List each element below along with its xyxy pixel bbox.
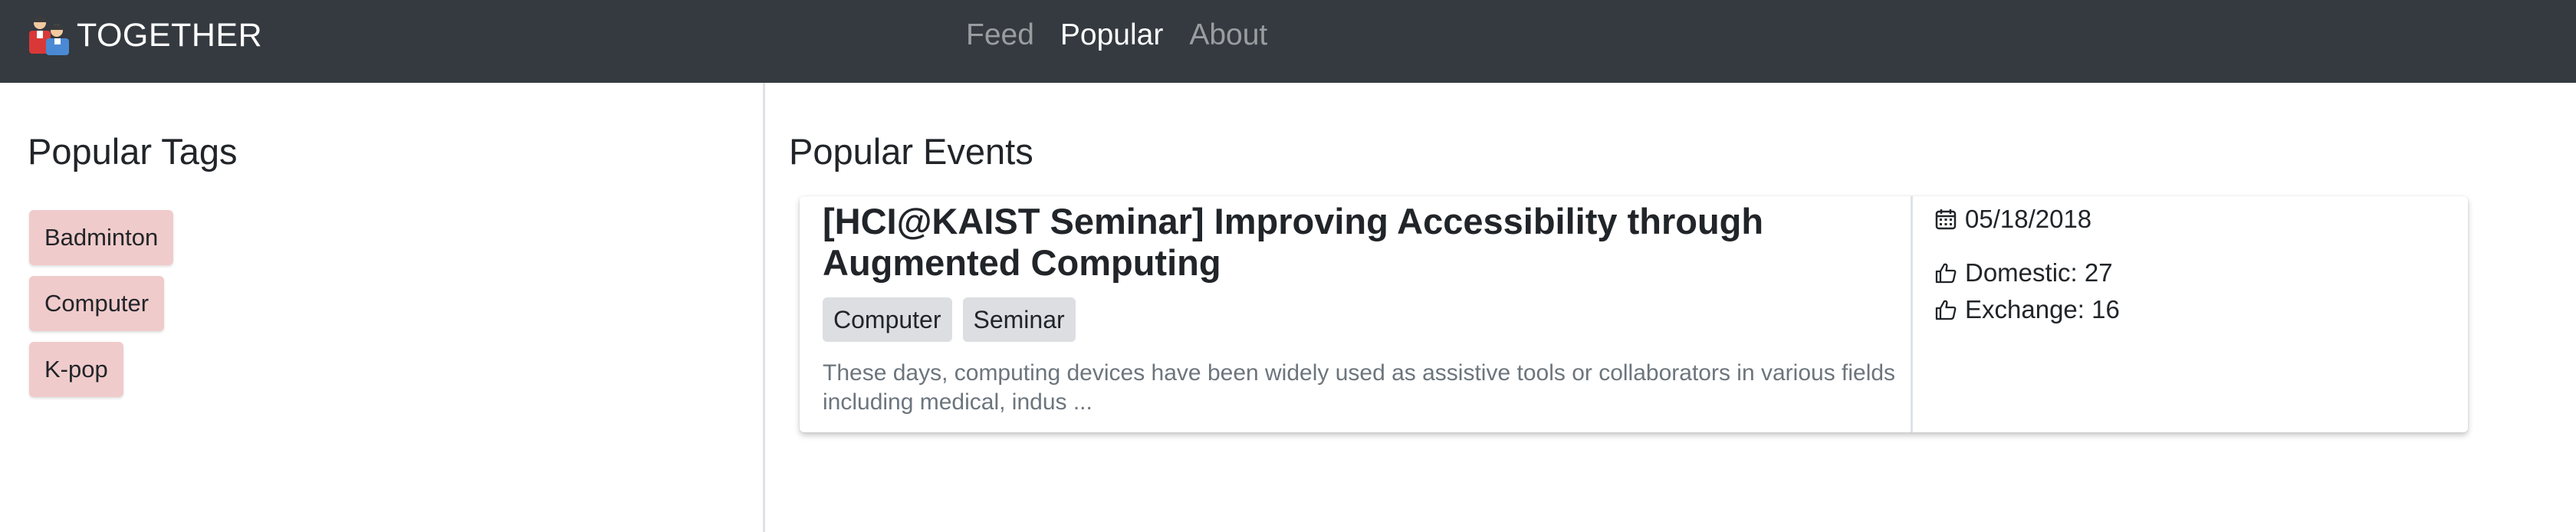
tag-badminton[interactable]: Badminton — [29, 210, 174, 265]
event-tag-computer[interactable]: Computer — [823, 297, 952, 342]
event-card-main: [HCI@KAIST Seminar] Improving Accessibil… — [800, 196, 1913, 432]
domestic-likes: Domestic: 27 — [1965, 258, 2113, 287]
event-card-meta: 05/18/2018 Domestic: 27 Exchange: 16 — [1913, 196, 2120, 432]
thumbs-up-icon — [1935, 300, 1957, 320]
nav-link-feed[interactable]: Feed — [966, 18, 1034, 52]
event-title[interactable]: [HCI@KAIST Seminar] Improving Accessibil… — [823, 201, 1888, 284]
nav-link-popular[interactable]: Popular — [1060, 18, 1163, 52]
popular-tags-title: Popular Tags — [28, 131, 238, 172]
navbar: TOGETHER Feed Popular About — [0, 0, 2576, 83]
popular-events-panel: Popular Events [HCI@KAIST Seminar] Impro… — [767, 83, 2576, 532]
exchange-likes: Exchange: 16 — [1965, 295, 2120, 323]
event-date: 05/18/2018 — [1965, 205, 2092, 233]
popular-events-title: Popular Events — [789, 131, 1033, 172]
calendar-icon — [1935, 209, 1957, 230]
main-nav: Feed Popular About — [966, 0, 1293, 71]
tag-kpop[interactable]: K-pop — [29, 342, 123, 397]
event-date-row: 05/18/2018 — [1934, 201, 2120, 238]
thumbs-up-icon — [1935, 263, 1957, 284]
brand-name: TOGETHER — [77, 16, 263, 54]
nav-link-about[interactable]: About — [1189, 18, 1267, 52]
people-logo-icon — [29, 16, 69, 55]
tag-list: Badminton Computer K-pop — [29, 210, 174, 408]
exchange-likes-row: Exchange: 16 — [1934, 291, 2120, 328]
brand-link[interactable]: TOGETHER — [23, 12, 262, 58]
event-card[interactable]: [HCI@KAIST Seminar] Improving Accessibil… — [800, 196, 2468, 432]
event-tag-seminar[interactable]: Seminar — [962, 297, 1076, 342]
popular-tags-panel: Popular Tags Badminton Computer K-pop — [0, 83, 765, 532]
domestic-likes-row: Domestic: 27 — [1934, 255, 2120, 291]
tag-computer[interactable]: Computer — [29, 276, 165, 331]
event-description: These days, computing devices have been … — [823, 360, 1896, 415]
event-tags: Computer Seminar — [823, 297, 1888, 342]
